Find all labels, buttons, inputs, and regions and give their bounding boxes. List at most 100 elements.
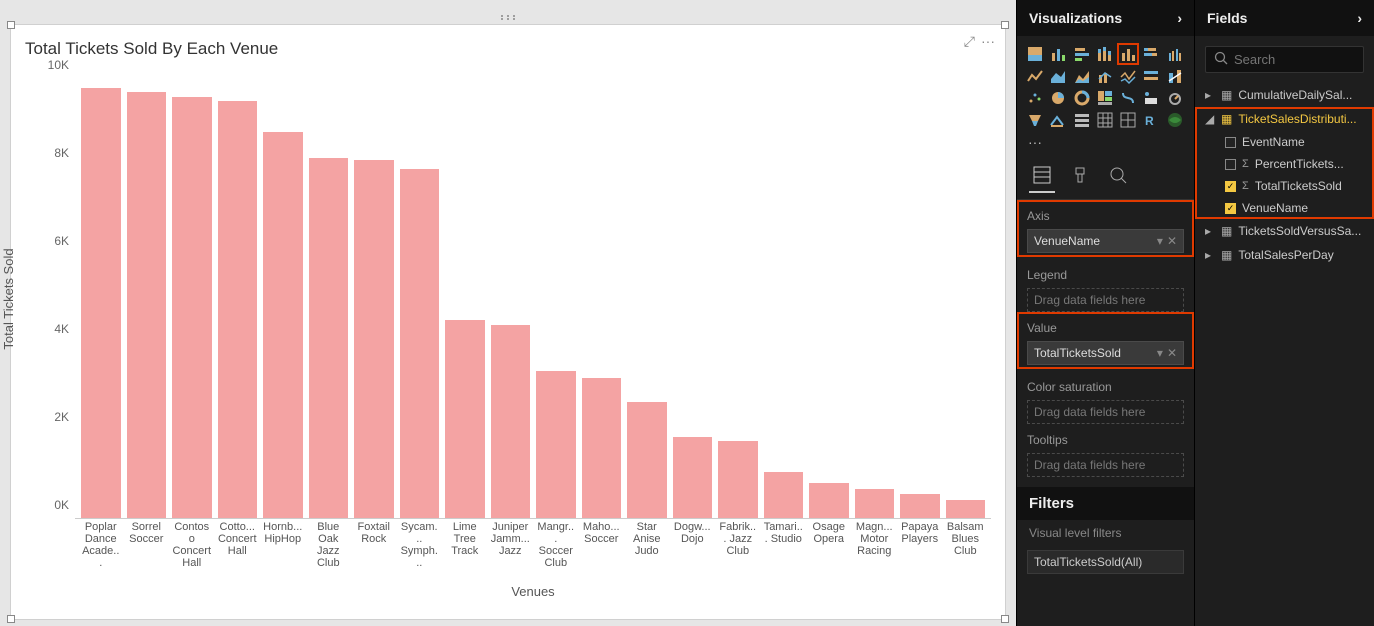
dropdown-icon[interactable]: ▾ — [1157, 234, 1163, 248]
axis-field-item[interactable]: VenueName ▾ ✕ — [1027, 229, 1184, 253]
chevron-right-icon[interactable]: › — [1177, 10, 1182, 26]
viz-type-icon[interactable] — [1072, 110, 1092, 130]
x-label: Hornb... HipHop — [263, 521, 303, 569]
axis-field-name: VenueName — [1034, 234, 1100, 248]
fields-search[interactable] — [1205, 46, 1364, 73]
expand-icon: ▸ — [1205, 248, 1215, 262]
bar[interactable] — [627, 402, 667, 518]
viz-type-icon[interactable] — [1048, 110, 1068, 130]
search-input[interactable] — [1234, 52, 1374, 67]
viz-type-icon[interactable] — [1025, 66, 1045, 86]
bar[interactable] — [673, 437, 713, 518]
viz-type-icon[interactable] — [1141, 44, 1161, 64]
viz-type-icon[interactable] — [1048, 88, 1068, 108]
field-item[interactable]: ✓VenueName — [1195, 197, 1374, 219]
field-table[interactable]: ▸▦TotalSalesPerDay — [1195, 243, 1374, 267]
report-canvas[interactable]: ⤢ ··· Total Tickets Sold By Each Venue T… — [0, 0, 1016, 626]
viz-type-icon[interactable] — [1025, 110, 1045, 130]
format-mode-tab[interactable] — [1067, 162, 1093, 193]
bar[interactable] — [855, 489, 895, 518]
viz-type-icon[interactable] — [1095, 88, 1115, 108]
viz-type-icon[interactable] — [1025, 88, 1045, 108]
chart-visual[interactable]: ⤢ ··· Total Tickets Sold By Each Venue T… — [10, 24, 1006, 620]
field-table[interactable]: ▸▦CumulativeDailySal... — [1195, 83, 1374, 107]
chevron-right-icon[interactable]: › — [1357, 10, 1362, 26]
resize-handle-se[interactable] — [1001, 615, 1009, 623]
visualizations-header[interactable]: Visualizations › — [1017, 0, 1194, 36]
viz-type-icon[interactable] — [1118, 66, 1138, 86]
field-table[interactable]: ◢▦TicketSalesDistributi... — [1195, 107, 1374, 131]
viz-type-icon[interactable] — [1141, 66, 1161, 86]
y-tick: 4K — [54, 322, 69, 336]
bar[interactable] — [309, 158, 349, 518]
checkbox-icon[interactable]: ✓ — [1225, 203, 1236, 214]
bar[interactable] — [445, 320, 485, 518]
fields-header[interactable]: Fields › — [1195, 0, 1374, 36]
viz-type-icon[interactable] — [1048, 66, 1068, 86]
more-options-icon[interactable]: ··· — [981, 33, 995, 50]
axis-well[interactable]: Axis VenueName ▾✕ — [1017, 200, 1194, 257]
resize-handle-nw[interactable] — [7, 21, 15, 29]
expand-icon: ▸ — [1205, 224, 1215, 238]
bar[interactable] — [536, 371, 576, 518]
value-well[interactable]: Value TotalTicketsSold ▾✕ — [1017, 312, 1194, 369]
field-item[interactable]: ΣPercentTickets... — [1195, 153, 1374, 175]
x-label: Foxtail Rock — [354, 521, 394, 569]
viz-type-icon[interactable] — [1165, 44, 1185, 64]
viz-type-icon[interactable] — [1165, 66, 1185, 86]
viz-type-icon[interactable] — [1025, 44, 1045, 64]
viz-type-icon[interactable]: R — [1141, 110, 1161, 130]
checkbox-icon[interactable] — [1225, 159, 1236, 170]
bar[interactable] — [809, 483, 849, 518]
field-item[interactable]: EventName — [1195, 131, 1374, 153]
bar[interactable] — [81, 88, 121, 518]
tooltips-well[interactable]: Tooltips Drag data fields here — [1017, 424, 1194, 477]
viz-type-icon[interactable] — [1165, 88, 1185, 108]
resize-handle-ne[interactable] — [1001, 21, 1009, 29]
x-label: Juniper Jamm... Jazz — [491, 521, 531, 569]
visual-drag-handle[interactable] — [10, 10, 1006, 24]
viz-type-icon[interactable] — [1072, 44, 1092, 64]
bar[interactable] — [491, 325, 531, 518]
viz-type-icon[interactable] — [1118, 110, 1138, 130]
bar[interactable] — [354, 160, 394, 518]
viz-type-icon[interactable] — [1095, 110, 1115, 130]
analytics-mode-tab[interactable] — [1105, 162, 1131, 193]
checkbox-icon[interactable] — [1225, 137, 1236, 148]
resize-handle-sw[interactable] — [7, 615, 15, 623]
dropdown-icon[interactable]: ▾ — [1157, 346, 1163, 360]
bar[interactable] — [582, 378, 622, 518]
bar[interactable] — [946, 500, 986, 518]
value-field-item[interactable]: TotalTicketsSold ▾✕ — [1027, 341, 1184, 365]
color-saturation-well[interactable]: Color saturation Drag data fields here — [1017, 371, 1194, 424]
remove-icon[interactable]: ✕ — [1167, 346, 1177, 360]
viz-type-icon[interactable] — [1072, 66, 1092, 86]
visualizations-title: Visualizations — [1029, 10, 1122, 26]
viz-type-icon[interactable] — [1072, 88, 1092, 108]
fields-mode-tab[interactable] — [1029, 162, 1055, 193]
checkbox-icon[interactable]: ✓ — [1225, 181, 1236, 192]
bar[interactable] — [400, 169, 440, 518]
legend-well[interactable]: Legend Drag data fields here — [1017, 259, 1194, 312]
remove-icon[interactable]: ✕ — [1167, 234, 1177, 248]
field-item[interactable]: ✓ΣTotalTicketsSold — [1195, 175, 1374, 197]
bar[interactable] — [172, 97, 212, 518]
viz-type-icon[interactable] — [1048, 44, 1068, 64]
viz-type-icon[interactable] — [1165, 110, 1185, 130]
bar[interactable] — [127, 92, 167, 518]
table-name: TotalSalesPerDay — [1238, 248, 1333, 262]
bar[interactable] — [218, 101, 258, 518]
bar[interactable] — [900, 494, 940, 518]
viz-type-icon[interactable] — [1095, 66, 1115, 86]
viz-type-icon[interactable] — [1118, 88, 1138, 108]
more-visuals-icon[interactable]: ··· — [1025, 132, 1045, 152]
focus-mode-icon[interactable]: ⤢ — [964, 33, 975, 50]
viz-type-icon[interactable] — [1141, 88, 1161, 108]
viz-type-icon[interactable] — [1095, 44, 1115, 64]
viz-type-icon[interactable] — [1118, 44, 1138, 64]
filter-item[interactable]: TotalTicketsSold(All) — [1027, 550, 1184, 574]
field-table[interactable]: ▸▦TicketsSoldVersusSa... — [1195, 219, 1374, 243]
bar[interactable] — [718, 441, 758, 518]
bar[interactable] — [764, 472, 804, 518]
bar[interactable] — [263, 132, 303, 518]
